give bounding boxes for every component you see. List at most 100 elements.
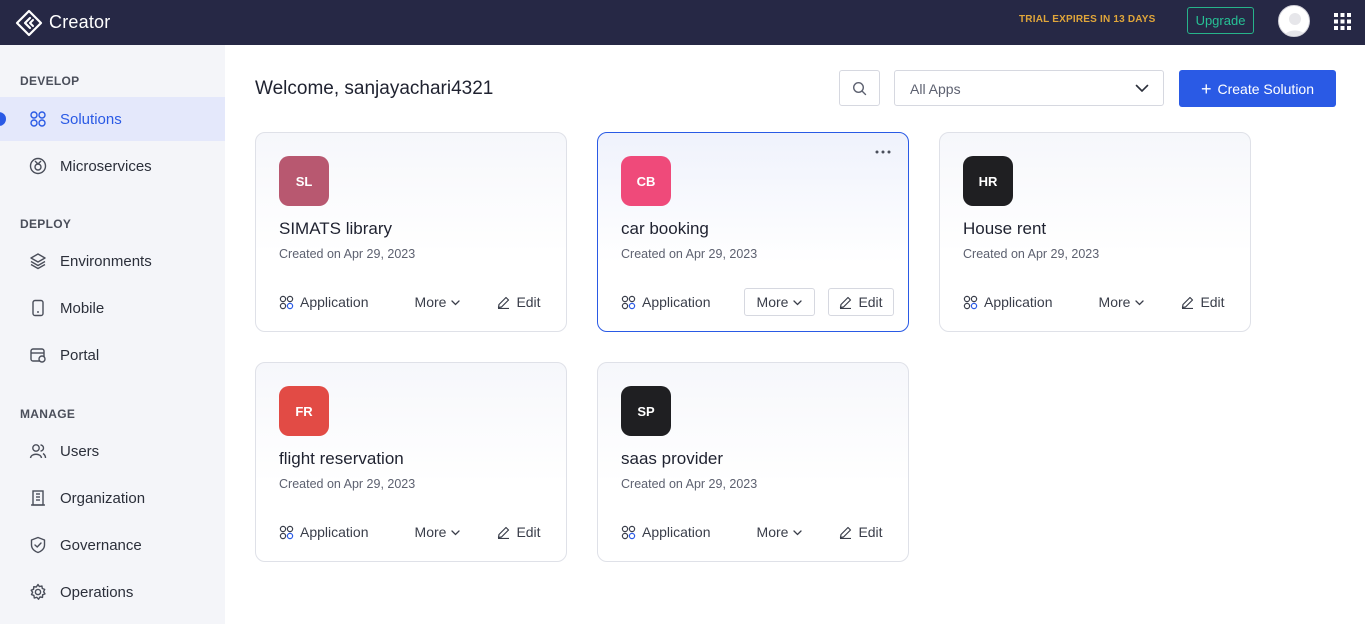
- sidebar-item-microservices[interactable]: Microservices: [0, 144, 225, 188]
- sidebar-item-label: Governance: [60, 536, 142, 554]
- page-title: Welcome, sanjayachari4321: [255, 78, 494, 99]
- upgrade-button[interactable]: Upgrade: [1187, 7, 1254, 34]
- chevron-down-icon: [793, 530, 803, 536]
- more-label: More: [1098, 294, 1131, 310]
- application-icon: [279, 525, 294, 539]
- pencil-icon: [498, 526, 510, 539]
- sidebar-item-environments[interactable]: Environments: [0, 239, 225, 283]
- apps-filter-select[interactable]: All Apps: [894, 70, 1164, 106]
- chevron-down-icon: [1135, 84, 1149, 92]
- portal-icon: [30, 348, 46, 363]
- solution-avatar: SL: [279, 156, 329, 206]
- solution-type-label: Application: [984, 294, 1053, 310]
- create-solution-label: Create Solution: [1217, 80, 1315, 97]
- edit-label: Edit: [858, 294, 883, 310]
- sidebar-item-label: Microservices: [60, 157, 152, 175]
- sidebar-item-solutions[interactable]: Solutions: [0, 97, 225, 141]
- app-name: Creator: [49, 12, 111, 32]
- solution-type: Application: [621, 294, 711, 310]
- more-label: More: [756, 294, 789, 310]
- edit-label: Edit: [858, 524, 883, 540]
- more-options-icon[interactable]: [874, 147, 892, 157]
- solution-card[interactable]: SL SIMATS library Created on Apr 29, 202…: [255, 132, 567, 332]
- solution-avatar: SP: [621, 386, 671, 436]
- solution-avatar: FR: [279, 386, 329, 436]
- apps-filter-value: All Apps: [910, 81, 961, 97]
- section-title-deploy: DEPLOY: [20, 217, 72, 231]
- search-icon: [852, 81, 867, 95]
- creator-logo-icon: [15, 9, 43, 36]
- application-icon: [621, 525, 636, 539]
- application-icon: [963, 295, 978, 309]
- mobile-icon: [32, 299, 44, 317]
- more-button[interactable]: More: [1086, 288, 1157, 316]
- chevron-down-icon: [793, 300, 803, 306]
- sidebar-item-operations[interactable]: Operations: [0, 570, 225, 614]
- sidebar-item-governance[interactable]: Governance: [0, 523, 225, 567]
- solution-type: Application: [279, 294, 369, 310]
- solution-avatar: CB: [621, 156, 671, 206]
- sidebar-item-organization[interactable]: Organization: [0, 476, 225, 520]
- users-icon: [29, 444, 47, 459]
- solution-name[interactable]: SIMATS library: [279, 219, 392, 239]
- sidebar-item-users[interactable]: Users: [0, 429, 225, 473]
- avatar[interactable]: [1278, 5, 1310, 37]
- chevron-down-icon: [451, 530, 461, 536]
- building-icon: [31, 490, 45, 506]
- sidebar-item-portal[interactable]: Portal: [0, 333, 225, 377]
- create-solution-button[interactable]: + Create Solution: [1179, 70, 1336, 107]
- solution-type: Application: [279, 524, 369, 540]
- sidebar-item-label: Mobile: [60, 299, 105, 317]
- more-label: More: [414, 524, 447, 540]
- more-button[interactable]: More: [744, 518, 815, 546]
- top-bar: Creator TRIAL EXPIRES IN 13 DAYS Upgrade: [0, 0, 1365, 45]
- sidebar-item-label: Organization: [60, 489, 146, 507]
- pencil-icon: [498, 296, 510, 309]
- more-button[interactable]: More: [744, 288, 815, 316]
- edit-button[interactable]: Edit: [486, 518, 552, 546]
- solution-card[interactable]: FR flight reservation Created on Apr 29,…: [255, 362, 567, 562]
- solution-avatar: HR: [963, 156, 1013, 206]
- pencil-icon: [840, 296, 852, 309]
- solution-card[interactable]: CB car booking Created on Apr 29, 2023 A…: [597, 132, 909, 332]
- edit-label: Edit: [516, 294, 541, 310]
- sidebar-item-mobile[interactable]: Mobile: [0, 286, 225, 330]
- solution-card[interactable]: SP saas provider Created on Apr 29, 2023…: [597, 362, 909, 562]
- edit-label: Edit: [1200, 294, 1225, 310]
- section-title-develop: DEVELOP: [20, 74, 80, 88]
- solution-name[interactable]: flight reservation: [279, 449, 404, 469]
- edit-button[interactable]: Edit: [828, 288, 894, 316]
- trial-notice: TRIAL EXPIRES IN 13 DAYS: [1019, 14, 1156, 25]
- more-label: More: [414, 294, 447, 310]
- sidebar: DEVELOP Solutions Microservices DEPLOY E…: [0, 45, 225, 624]
- solution-name[interactable]: saas provider: [621, 449, 723, 469]
- apps-grid-icon[interactable]: [1334, 13, 1351, 30]
- solution-type-label: Application: [642, 294, 711, 310]
- pencil-icon: [1182, 296, 1194, 309]
- more-button[interactable]: More: [402, 518, 473, 546]
- edit-button[interactable]: Edit: [486, 288, 552, 316]
- edit-button[interactable]: Edit: [1170, 288, 1236, 316]
- solution-created-date: Created on Apr 29, 2023: [279, 247, 416, 261]
- shield-icon: [30, 536, 46, 554]
- chevron-down-icon: [1135, 300, 1145, 306]
- sidebar-item-label: Environments: [60, 252, 152, 270]
- solution-type-label: Application: [300, 524, 369, 540]
- brand[interactable]: Creator: [15, 9, 110, 37]
- sidebar-item-label: Users: [60, 442, 100, 460]
- solution-name[interactable]: car booking: [621, 219, 709, 239]
- solution-card[interactable]: HR House rent Created on Apr 29, 2023 Ap…: [939, 132, 1251, 332]
- edit-button[interactable]: Edit: [828, 518, 894, 546]
- solution-type: Application: [621, 524, 711, 540]
- application-icon: [279, 295, 294, 309]
- solution-name[interactable]: House rent: [963, 219, 1046, 239]
- search-button[interactable]: [839, 70, 880, 106]
- sidebar-item-label: Operations: [60, 583, 134, 601]
- more-button[interactable]: More: [402, 288, 473, 316]
- edit-label: Edit: [516, 524, 541, 540]
- gear-icon: [30, 583, 46, 600]
- chevron-down-icon: [451, 300, 461, 306]
- grid-circles-icon: [30, 111, 46, 127]
- application-icon: [621, 295, 636, 309]
- solution-type: Application: [963, 294, 1053, 310]
